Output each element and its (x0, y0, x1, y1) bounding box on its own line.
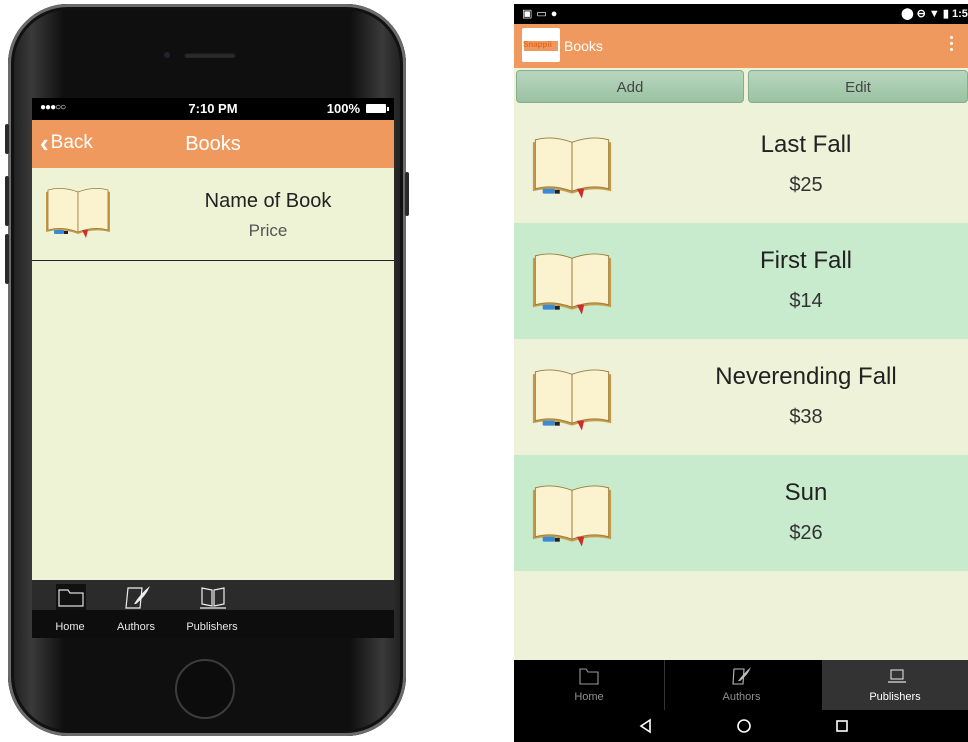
quill-icon (125, 586, 150, 609)
ios-tab-bar: Home Authors Publishers (32, 580, 394, 638)
laptop-icon (888, 669, 906, 683)
status-time: ⬤ ⊖ ▼ ▮ 1:55 (901, 8, 968, 20)
tab-publishers[interactable]: Publishers (182, 580, 242, 638)
book-price: $14 (789, 290, 823, 312)
book-price: $38 (789, 406, 823, 428)
book-icon (200, 587, 226, 609)
tab-label: Home (574, 691, 604, 703)
edit-button[interactable]: Edit (748, 70, 968, 103)
back-triangle-icon[interactable] (636, 716, 656, 736)
tab-home[interactable]: Home (40, 580, 100, 638)
battery-percent: 100% (326, 101, 360, 116)
book-name: Last Fall (760, 131, 852, 158)
ios-nav-bar: ‹ Back Books (32, 120, 394, 168)
book-icon (532, 137, 612, 199)
android-nav-bar (514, 710, 968, 742)
android-screen: ▣▭● ⬤ ⊖ ▼ ▮ 1:55 Snappii Books Add Edit … (514, 4, 968, 742)
book-icon (532, 485, 612, 547)
book-price: $25 (789, 174, 823, 196)
list-item[interactable]: First Fall $14 (514, 223, 968, 339)
book-icon (532, 369, 612, 431)
tab-label: Authors (117, 621, 155, 633)
tab-label: Publishers (869, 691, 921, 703)
tab-authors[interactable]: Authors (106, 580, 166, 638)
volume-down-button (5, 234, 9, 284)
page-title: Books (564, 38, 603, 54)
book-price: $26 (789, 522, 823, 544)
book-icon (532, 253, 612, 315)
home-circle-icon[interactable] (734, 716, 754, 736)
app-logo: Snappii (522, 28, 560, 62)
book-price: Price (248, 221, 288, 240)
volume-up-button (5, 176, 9, 226)
tab-label: Home (55, 621, 85, 633)
android-status-bar: ▣▭● ⬤ ⊖ ▼ ▮ 1:55 (514, 4, 968, 24)
tab-label: Publishers (186, 621, 238, 633)
tab-publishers[interactable]: Publishers (822, 660, 968, 710)
tab-label: Authors (722, 691, 761, 703)
android-tab-bar: Home Authors Publishers (514, 660, 968, 710)
ios-status-bar: ●●●○○ 7:10 PM 100% (32, 98, 394, 120)
add-button[interactable]: Add (516, 70, 744, 103)
list-item[interactable]: Last Fall $25 (514, 107, 968, 223)
notification-icons: ▣▭● (522, 8, 562, 20)
overflow-menu-icon[interactable] (950, 36, 954, 54)
book-name: Name of Book (204, 190, 332, 212)
quill-icon (732, 667, 751, 685)
mute-switch (5, 124, 9, 154)
folder-icon (579, 668, 599, 685)
front-camera (164, 52, 170, 58)
tab-home[interactable]: Home (514, 660, 665, 710)
list-item[interactable]: Sun $26 (514, 455, 968, 571)
battery-icon (366, 104, 389, 113)
recents-square-icon[interactable] (832, 716, 852, 736)
list-item[interactable]: Name of Book Price (32, 168, 394, 261)
tab-authors[interactable]: Authors (666, 660, 817, 710)
book-name: Neverending Fall (715, 363, 897, 390)
book-icon (46, 188, 110, 238)
ios-screen: ●●●○○ 7:10 PM 100% ‹ Back Books Name of … (32, 98, 394, 638)
list-item[interactable]: Neverending Fall $38 (514, 339, 968, 455)
book-name: Sun (784, 479, 828, 506)
app-bar: Snappii Books (514, 24, 968, 68)
page-title: Books (185, 133, 241, 155)
folder-icon (56, 584, 86, 610)
iphone-mockup: ●●●○○ 7:10 PM 100% ‹ Back Books Name of … (5, 4, 409, 736)
home-button[interactable] (175, 659, 235, 719)
speaker-grille (184, 52, 236, 58)
book-name: First Fall (760, 247, 852, 274)
power-button (405, 172, 409, 216)
